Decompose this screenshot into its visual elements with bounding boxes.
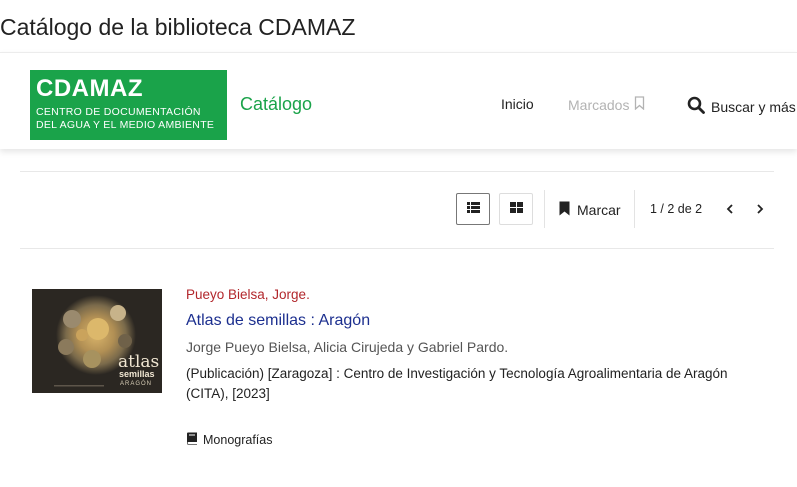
bookmark-toggle[interactable]: Marcar bbox=[559, 201, 621, 219]
logo-name: CDAMAZ bbox=[36, 75, 143, 102]
record-publication: (Publicación) [Zaragoza] : Centro de Inv… bbox=[186, 366, 728, 401]
book-cover-thumbnail[interactable]: atlas semillas ARAGÓN bbox=[32, 289, 162, 393]
cdamaz-logo[interactable]: CDAMAZ CENTRO DE DOCUMENTACIÓN DEL AGUA … bbox=[30, 70, 227, 140]
record-author[interactable]: Pueyo Bielsa, Jorge. bbox=[186, 287, 310, 302]
toolbar-divider bbox=[634, 190, 635, 228]
book-icon bbox=[186, 432, 198, 448]
search-icon bbox=[687, 96, 705, 117]
logo-subtitle-line1: CENTRO DE DOCUMENTACIÓN bbox=[36, 106, 201, 118]
list-view-button[interactable] bbox=[456, 193, 490, 225]
cover-word-semillas: semillas bbox=[119, 369, 155, 379]
divider bbox=[20, 248, 774, 249]
grid-icon bbox=[509, 200, 523, 218]
divider bbox=[20, 171, 774, 172]
bookmark-outline-icon bbox=[634, 96, 645, 113]
list-icon bbox=[466, 200, 480, 218]
nav-bookmarks-label: Marcados bbox=[568, 96, 630, 113]
record-responsibility: Jorge Pueyo Bielsa, Alicia Cirujeda y Ga… bbox=[186, 339, 509, 355]
cover-word-aragon: ARAGÓN bbox=[120, 380, 152, 387]
record-format-label: Monografías bbox=[203, 433, 273, 447]
record-format: Monografías bbox=[186, 432, 272, 448]
next-page-button[interactable] bbox=[750, 199, 770, 221]
nav-search-link[interactable]: Buscar y más bbox=[687, 96, 796, 117]
pagination-count: 1 / 2 de 2 bbox=[650, 202, 703, 216]
logo-subtitle-line2: DEL AGUA Y EL MEDIO AMBIENTE bbox=[36, 119, 215, 131]
chevron-right-icon bbox=[756, 201, 764, 219]
page-title: Catálogo de la biblioteca CDAMAZ bbox=[0, 14, 356, 40]
logo-subtitle: CENTRO DE DOCUMENTACIÓN DEL AGUA Y EL ME… bbox=[36, 106, 214, 132]
catalog-brand-link[interactable]: Catálogo bbox=[240, 94, 312, 115]
nav-bookmarks-link[interactable]: Marcados bbox=[568, 96, 645, 113]
nav-home-link[interactable]: Inicio bbox=[501, 96, 534, 112]
nav-search-label: Buscar y más bbox=[711, 98, 796, 115]
record-title-link[interactable]: Atlas de semillas : Aragón bbox=[186, 312, 370, 330]
chevron-left-icon bbox=[726, 201, 734, 219]
bookmark-icon bbox=[559, 201, 570, 219]
gallery-view-button[interactable] bbox=[499, 193, 533, 225]
navbar: CDAMAZ CENTRO DE DOCUMENTACIÓN DEL AGUA … bbox=[0, 52, 797, 149]
toolbar-divider bbox=[544, 190, 545, 228]
bookmark-label: Marcar bbox=[577, 202, 621, 218]
previous-page-button[interactable] bbox=[720, 199, 740, 221]
